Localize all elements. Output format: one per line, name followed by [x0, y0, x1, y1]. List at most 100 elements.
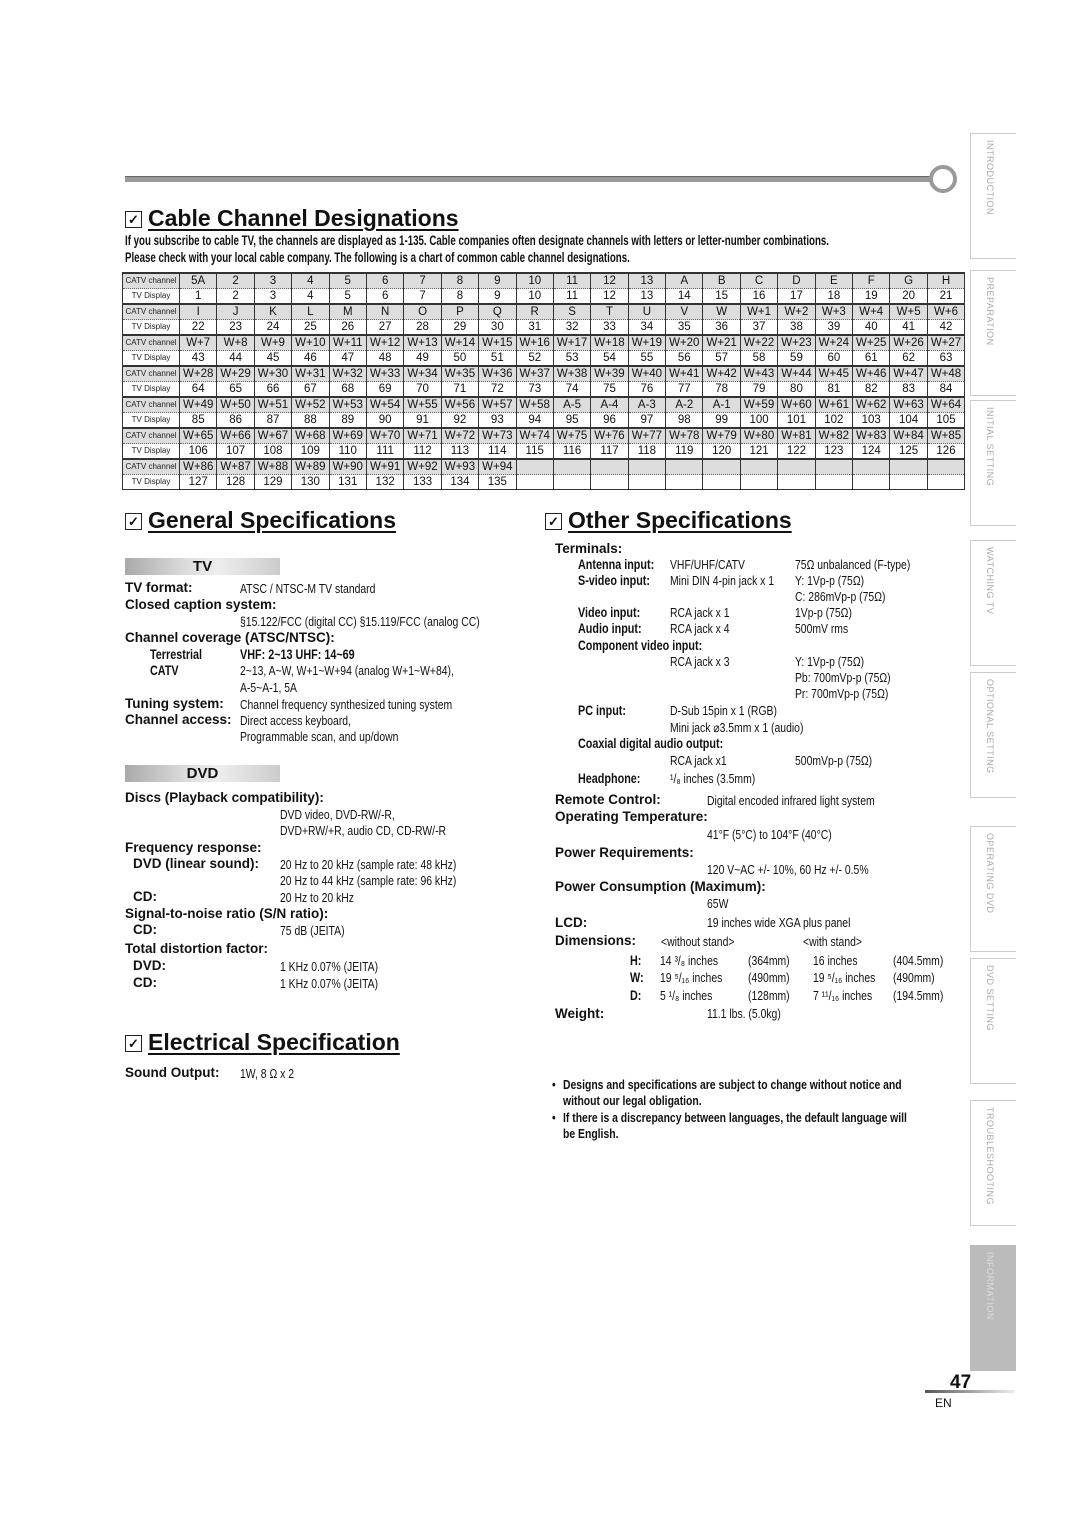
- headphone-label: Headphone:: [578, 771, 641, 786]
- sidebar-tab-label: TROUBLESHOOTING: [985, 1107, 995, 1206]
- tv-display-cell: 109: [291, 443, 330, 460]
- tv-display-row: TV Display 127 128 129 130 131 132 133 134 135: [122, 474, 966, 490]
- tv-display-cell: 38: [777, 319, 816, 336]
- tv-display-cell: 30: [478, 319, 517, 336]
- tv-display-cell: [739, 474, 779, 490]
- tv-display-cell: 6: [365, 288, 405, 305]
- tv-display-cell: 99: [702, 412, 741, 429]
- sidebar-tab[interactable]: PREPARATION: [970, 270, 1016, 396]
- catv-channel-cell: W+83: [852, 427, 891, 444]
- sidebar-tab[interactable]: INFORMATION: [970, 1245, 1016, 1371]
- catv-channel-cell: 11: [552, 272, 592, 289]
- coax-label: Coaxial digital audio output:: [578, 736, 724, 751]
- tv-display-cell: 73: [515, 381, 554, 398]
- coax-spec: 500mVp-p (75Ω): [795, 753, 873, 768]
- thd-dvd-value: 1 KHz 0.07% (JEITA): [280, 959, 379, 974]
- component-label: Component video input:: [578, 638, 703, 653]
- tv-display-row: TV Display 106 107 108 109 110 111 112 113 114 115…: [122, 443, 966, 460]
- thd-cd-value: 1 KHz 0.07% (JEITA): [280, 976, 379, 991]
- header-rule: [125, 176, 933, 182]
- tv-display-cell: 14: [665, 288, 704, 305]
- sidebar-tab[interactable]: INITIAL SETTING: [970, 400, 1016, 526]
- catv-channel-cell: 12: [590, 272, 629, 289]
- cc-value: §15.122/FCC (digital CC) §15.119/FCC (an…: [240, 614, 480, 629]
- dimension-axis: D:: [630, 988, 642, 1003]
- catv-channel-cell: W+44: [777, 365, 816, 382]
- sidebar-tab[interactable]: INTRODUCTION: [970, 133, 1016, 259]
- freq-cd-value: 20 Hz to 20 kHz: [280, 890, 354, 905]
- tv-display-cell: 117: [590, 443, 629, 460]
- tv-display-cell: 87: [253, 412, 293, 429]
- catv-channel-cell: W+62: [852, 396, 891, 413]
- sidebar-tab[interactable]: TROUBLESHOOTING: [970, 1100, 1016, 1226]
- catv-channel-cell: [590, 458, 629, 475]
- catv-channel-row: CATV channel I J K L M N O P Q R S T U V W W+1 W+2 W+3 W+4 W…: [122, 303, 966, 320]
- tv-display-cell: 120: [702, 443, 741, 460]
- tv-display-cell: 63: [926, 350, 966, 367]
- tv-display-cell: 108: [253, 443, 293, 460]
- sidebar-tab[interactable]: WATCHING TV: [970, 540, 1016, 666]
- tv-display-cell: 91: [403, 412, 442, 429]
- tv-display-cell: 4: [291, 288, 330, 305]
- tv-display-cell: 41: [889, 319, 928, 336]
- freq-dvd-value-1: 20 Hz to 20 kHz (sample rate: 48 kHz): [280, 857, 457, 872]
- without-stand-label: <without stand>: [661, 934, 735, 949]
- catv-channel-cell: W+52: [291, 396, 330, 413]
- catv-channel-cell: W+76: [590, 427, 629, 444]
- catv-channel-cell: N: [365, 303, 405, 320]
- catv-channel-cell: [702, 458, 741, 475]
- component-pr: Pr: 700mVp-p (75Ω): [795, 686, 889, 701]
- other-section-title: ✓ Other Specifications: [545, 507, 792, 534]
- catv-channel-cell: W+24: [814, 334, 854, 351]
- general-title-text: General Specifications: [148, 507, 396, 533]
- tv-display-cell: 71: [440, 381, 480, 398]
- catv-value-1: 2~13, A~W, W+1~W+94 (analog W+1~W+84),: [240, 663, 454, 678]
- catv-channel-cell: W+34: [403, 365, 442, 382]
- tv-display-cell: 48: [365, 350, 405, 367]
- tv-display-cell: 5: [328, 288, 367, 305]
- catv-channel-cell: W+78: [665, 427, 704, 444]
- catv-channel-cell: W+94: [478, 458, 517, 475]
- tv-display-cell: 129: [253, 474, 293, 490]
- tv-display-cell: 74: [552, 381, 592, 398]
- tv-display-cell: 35: [665, 319, 704, 336]
- sidebar-tab[interactable]: OPTIONAL SETTING: [970, 672, 1016, 798]
- svideo-spec-2: C: 286mVp-p (75Ω): [795, 589, 886, 604]
- tv-display-cell: 21: [926, 288, 966, 305]
- catv-channel-cell: [777, 458, 816, 475]
- tv-display-cell: 23: [216, 319, 255, 336]
- tv-display-cell: 15: [702, 288, 741, 305]
- tv-display-cell: 100: [739, 412, 779, 429]
- catv-channel-cell: 9: [478, 272, 517, 289]
- terminals-label: Terminals:: [555, 541, 623, 556]
- catv-channel-cell: W+5: [889, 303, 928, 320]
- freq-dvd-label: DVD (linear sound):: [133, 856, 260, 871]
- header-circle: [929, 165, 957, 193]
- catv-value-2: A-5~A-1, 5A: [240, 680, 297, 695]
- tv-display-cell: 33: [590, 319, 629, 336]
- tv-display-cell: 64: [178, 381, 218, 398]
- catv-channel-cell: W+87: [216, 458, 255, 475]
- sidebar-tab-label: INTRODUCTION: [985, 140, 995, 215]
- sidebar-tab[interactable]: OPERATING DVD: [970, 826, 1016, 952]
- sn-label: Signal-to-noise ratio (S/N ratio):: [125, 906, 329, 921]
- catv-channel-cell: W+89: [291, 458, 330, 475]
- tv-display-cell: 46: [291, 350, 330, 367]
- catv-channel-cell: S: [552, 303, 592, 320]
- catv-channel-cell: W+60: [777, 396, 816, 413]
- catv-channel-cell: G: [889, 272, 928, 289]
- freq-cd-label: CD:: [133, 889, 157, 904]
- catv-channel-cell: W+25: [852, 334, 891, 351]
- catv-channel-cell: 13: [627, 272, 667, 289]
- audio-spec: 500mV rms: [795, 621, 849, 636]
- sidebar-tab[interactable]: DVD SETTING: [970, 958, 1016, 1084]
- catv-channel-cell: Q: [478, 303, 517, 320]
- tv-display-cell: 88: [291, 412, 330, 429]
- catv-channel-row: CATV channel W+28 W+29 W+30 W+31 W+32 W+33 W+34…: [122, 365, 966, 382]
- catv-channel-cell: W+17: [552, 334, 592, 351]
- terrestrial-label: Terrestrial: [150, 647, 203, 662]
- tv-display-cell: 75: [590, 381, 629, 398]
- discs-value-1: DVD video, DVD-RW/-R,: [280, 807, 395, 822]
- sidebar-tab-label: WATCHING TV: [985, 547, 995, 615]
- catv-channel-cell: W+27: [926, 334, 966, 351]
